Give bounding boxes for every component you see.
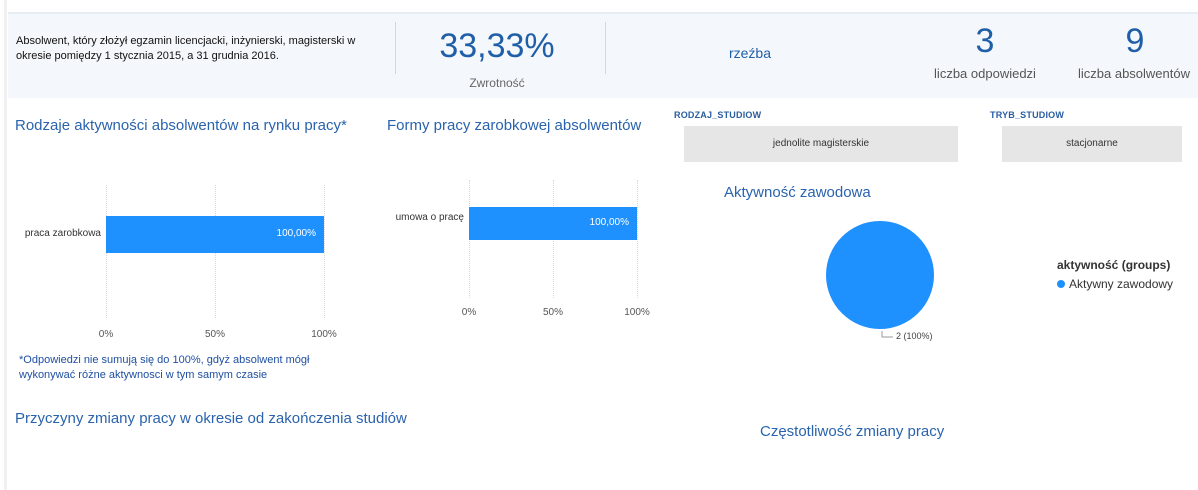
gridline <box>637 180 638 298</box>
x-tick-label: 100% <box>311 329 337 340</box>
population-description: Absolwent, który złożył egzamin licencja… <box>16 35 356 62</box>
graduates-count: 9 <box>1125 22 1145 60</box>
activity-pie-chart <box>826 221 934 338</box>
x-tick-label: 50% <box>204 329 225 340</box>
category-label: praca zarobkowa <box>24 227 101 239</box>
reasons-section-title: Przyczyny zmiany pracy w okresie od zako… <box>15 410 407 427</box>
x-tick-label: 0% <box>461 307 477 318</box>
activity-chart-title: Rodzaje aktywności absolwentów na rynku … <box>15 117 347 134</box>
response-rate-label: Zwrotność <box>469 76 525 90</box>
response-rate-value: 33,33% <box>439 27 555 65</box>
x-tick-label: 50% <box>542 307 563 318</box>
frequency-section-title: Częstotliwość zmiany pracy <box>760 423 945 440</box>
study-mode-slicer-title: TRYB_STUDIOW <box>990 110 1065 120</box>
header-divider <box>605 22 606 74</box>
legend-item-aktywny-zawodowy[interactable]: Aktywny zawodowy <box>1057 277 1173 291</box>
employment-form-chart-title: Formy pracy zarobkowej absolwentów <box>387 117 642 134</box>
study-type-slicer-title: RODZAJ_STUDIOW <box>674 110 762 120</box>
legend-dot-icon <box>1057 280 1065 288</box>
study-type-slicer[interactable]: jednolite magisterskie <box>684 126 958 162</box>
left-border <box>4 0 7 490</box>
x-tick-label: 100% <box>624 307 650 318</box>
bar-value-label: 100,00% <box>276 227 316 239</box>
pie-label-leader <box>881 331 893 338</box>
footnote: *Odpowiedzi nie sumują się do 100%, gdyż… <box>19 354 310 381</box>
pie-chart-title: Aktywność zawodowa <box>724 184 871 201</box>
x-tick-label: 0% <box>98 329 114 340</box>
bar-value-label: 100,00% <box>589 216 629 228</box>
gridline <box>324 185 325 318</box>
pie-data-label: 2 (100%) <box>896 331 933 341</box>
responses-label: liczba odpowiedzi <box>934 66 1036 81</box>
field-of-study: rzeźba <box>728 45 772 61</box>
pie-slice-aktywny-zawodowy[interactable] <box>826 221 934 329</box>
header-divider <box>395 22 396 74</box>
legend-label: Aktywny zawodowy <box>1069 277 1174 291</box>
graduates-label: liczba absolwentów <box>1077 66 1190 81</box>
legend-title: aktywność (groups) <box>1057 258 1171 272</box>
responses-count: 3 <box>975 22 995 60</box>
study-mode-slicer[interactable]: stacjonarne <box>1002 126 1182 162</box>
category-label: umowa o pracę <box>395 211 464 223</box>
